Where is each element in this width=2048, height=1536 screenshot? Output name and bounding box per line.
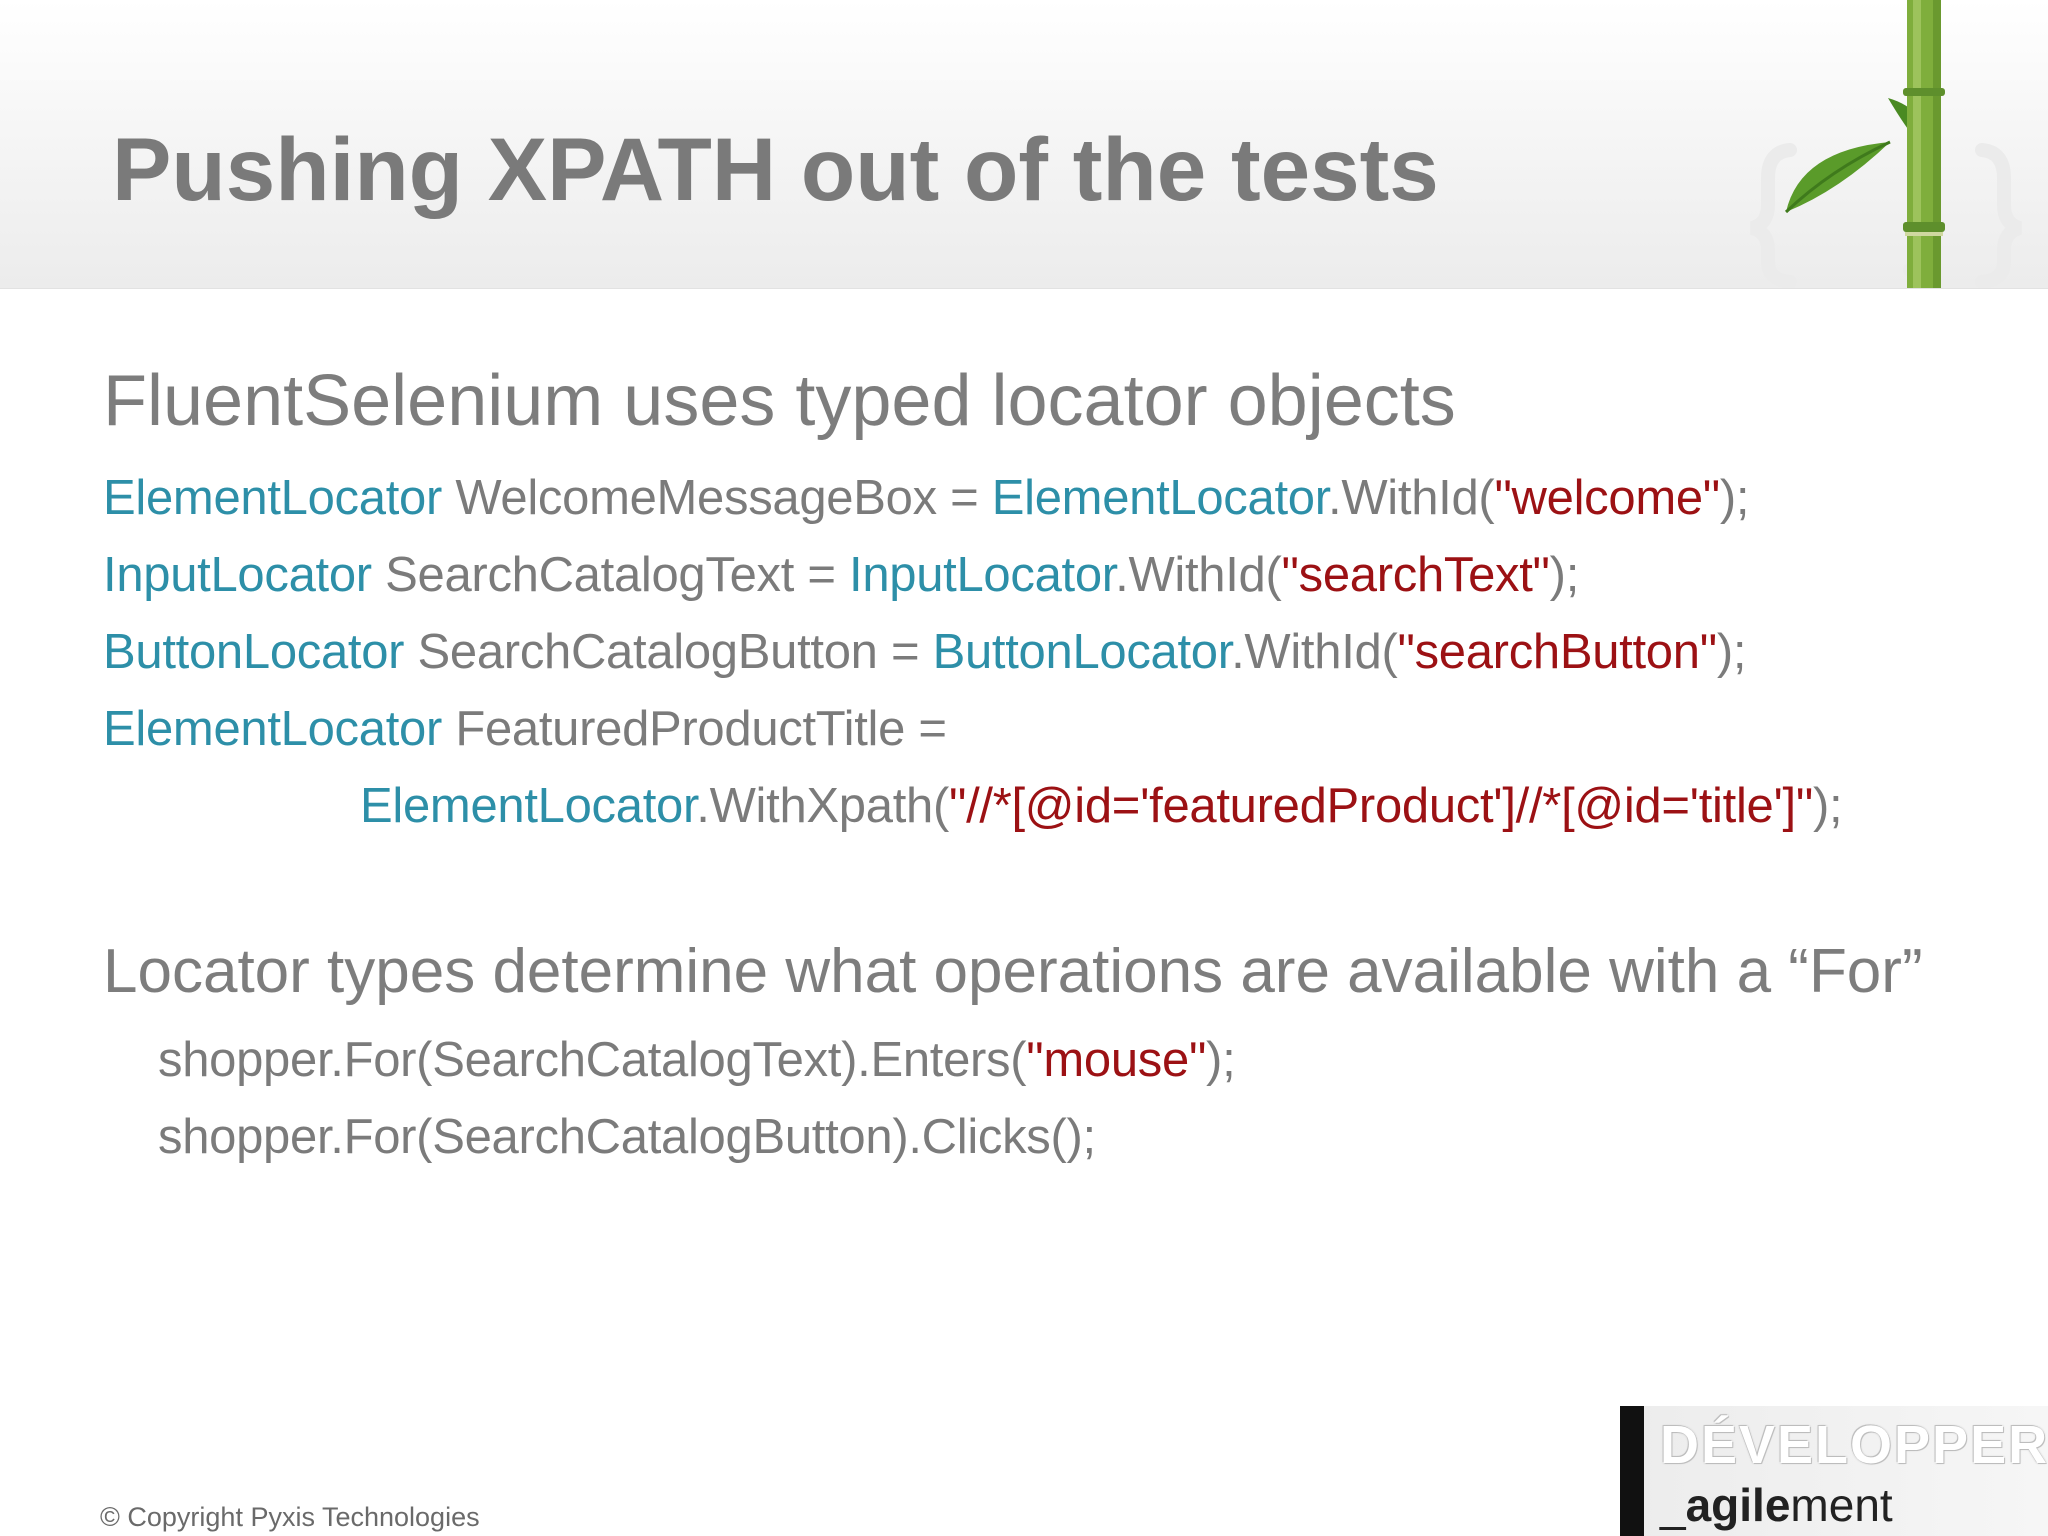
code-text: WelcomeMessageBox = bbox=[442, 471, 992, 525]
heading-typed-locators: FluentSelenium uses typed locator object… bbox=[103, 361, 1456, 441]
code-text: ); bbox=[1812, 779, 1843, 833]
logo-line2: _agilement bbox=[1660, 1478, 1893, 1532]
code-line: ElementLocator FeaturedProductTitle = bbox=[103, 701, 947, 757]
slide-header: Pushing XPATH out of the tests bbox=[0, 0, 2048, 289]
code-line: shopper.For(SearchCatalogText).Enters("m… bbox=[158, 1032, 1236, 1088]
heading-locator-types: Locator types determine what operations … bbox=[103, 937, 1923, 1006]
copyright-notice: © Copyright Pyxis Technologies bbox=[100, 1502, 480, 1532]
code-text: .WithXpath( bbox=[696, 779, 949, 833]
code-text: ); bbox=[1206, 1033, 1236, 1087]
type-keyword: ElementLocator bbox=[991, 471, 1329, 525]
code-line: ElementLocator WelcomeMessageBox = Eleme… bbox=[103, 470, 1750, 526]
code-text: .WithId( bbox=[1231, 625, 1398, 679]
code-line: InputLocator SearchCatalogText = InputLo… bbox=[103, 547, 1579, 603]
leaf-icon bbox=[1784, 98, 1927, 214]
code-line-xpath: ElementLocator.WithXpath("//*[@id='featu… bbox=[360, 778, 1843, 834]
type-keyword: ButtonLocator bbox=[103, 625, 405, 679]
string-literal: "welcome" bbox=[1494, 471, 1720, 525]
logo-line1: DÉVELOPPER bbox=[1660, 1415, 2048, 1475]
code-text: ); bbox=[1549, 548, 1580, 602]
type-keyword: InputLocator bbox=[103, 548, 372, 602]
slide-title: Pushing XPATH out of the tests bbox=[112, 119, 1439, 219]
code-line: ButtonLocator SearchCatalogButton = Butt… bbox=[103, 624, 1746, 680]
type-keyword: ElementLocator bbox=[103, 702, 442, 756]
logo-rest: ment bbox=[1790, 1479, 1893, 1531]
code-text: SearchCatalogButton = bbox=[404, 625, 933, 679]
type-keyword: InputLocator bbox=[849, 548, 1116, 602]
string-literal: "searchButton" bbox=[1397, 625, 1717, 679]
code-text: SearchCatalogText = bbox=[371, 548, 849, 602]
code-text: shopper.For(SearchCatalogText).Enters( bbox=[158, 1033, 1027, 1087]
type-keyword: ElementLocator bbox=[360, 779, 697, 833]
type-keyword: ElementLocator bbox=[103, 471, 442, 525]
code-text: .WithId( bbox=[1328, 471, 1495, 525]
string-literal: "searchText" bbox=[1281, 548, 1550, 602]
code-text: shopper.For(SearchCatalogButton).Clicks(… bbox=[158, 1110, 1096, 1164]
logo-bold: agile bbox=[1685, 1479, 1791, 1531]
string-literal: "//*[@id='featuredProduct']//*[@id='titl… bbox=[948, 779, 1813, 833]
code-text: FeaturedProductTitle = bbox=[442, 702, 947, 756]
code-text: ); bbox=[1719, 471, 1750, 525]
curly-brace-icon bbox=[1749, 143, 2023, 288]
string-literal: "mouse" bbox=[1026, 1033, 1207, 1087]
logo-bar bbox=[1620, 1406, 1644, 1536]
developper-agilement-logo: DÉVELOPPER _agilement bbox=[1620, 1406, 2048, 1536]
code-text: .WithId( bbox=[1115, 548, 1282, 602]
type-keyword: ButtonLocator bbox=[932, 625, 1232, 679]
code-text: ); bbox=[1716, 625, 1747, 679]
logo-prefix: _ bbox=[1660, 1479, 1686, 1531]
code-line: shopper.For(SearchCatalogButton).Clicks(… bbox=[158, 1109, 1096, 1165]
bamboo-stalk-icon bbox=[1903, 0, 1945, 288]
bamboo-decoration-icon bbox=[1749, 0, 2023, 288]
